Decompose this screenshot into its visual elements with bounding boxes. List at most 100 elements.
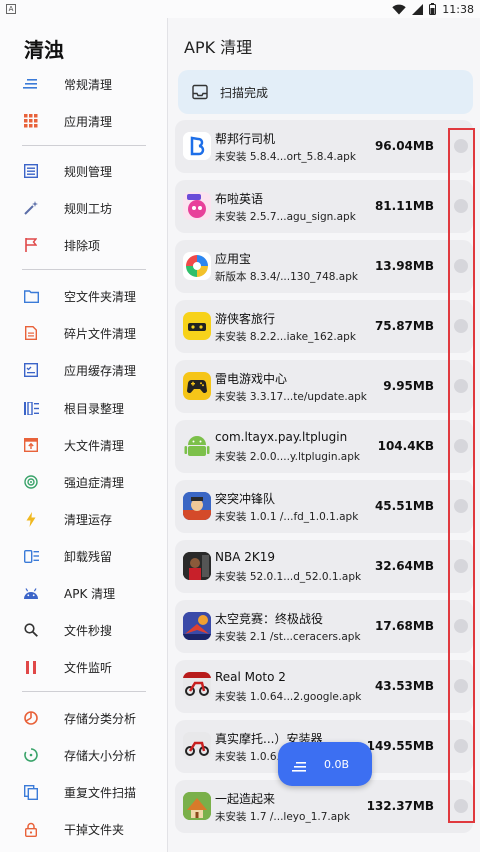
menu-item-label: 常规清理 bbox=[64, 77, 113, 92]
folder-icon bbox=[22, 287, 40, 305]
apk-detail: 未安装 1.0.1 /...fd_1.0.1.apk bbox=[215, 511, 359, 523]
menu-item-label: 存储大小分析 bbox=[64, 748, 137, 763]
menu-item-kill-folder[interactable]: 干掉文件夹 bbox=[0, 815, 168, 843]
magic-wand-icon bbox=[22, 199, 40, 217]
apk-size: 9.95MB bbox=[383, 379, 434, 393]
apk-name: Real Moto 2 bbox=[215, 670, 286, 684]
document-icon bbox=[22, 324, 40, 342]
android-icon bbox=[22, 584, 40, 602]
nba2k19-app-icon bbox=[183, 552, 211, 580]
menu-item-app-clean[interactable]: 应用清理 bbox=[0, 107, 168, 135]
menu-item-duplicate-scan[interactable]: 重复文件扫描 bbox=[0, 778, 168, 806]
menu-item-label: 卸载残留 bbox=[64, 549, 113, 564]
apk-item[interactable]: 布啦英语 未安装 2.5.7...agu_sign.apk 81.11MB bbox=[175, 180, 473, 233]
app-badge-icon: A bbox=[6, 4, 16, 14]
checklist-icon bbox=[22, 361, 40, 379]
apk-detail: 未安装 5.8.4...ort_5.8.4.apk bbox=[215, 151, 356, 163]
menu-item-label: APK 清理 bbox=[64, 586, 116, 601]
menu-item-clean-ram[interactable]: 清理运存 bbox=[0, 505, 168, 533]
lines-icon bbox=[292, 758, 308, 772]
drawer-title: 清浊 bbox=[24, 38, 64, 62]
bula-english-app-icon bbox=[183, 192, 211, 220]
apk-item[interactable]: 应用宝 新版本 8.3.4/...130_748.apk 13.98MB bbox=[175, 240, 473, 293]
pause-icon bbox=[22, 658, 40, 676]
menu-item-rule-manage[interactable]: 规则管理 bbox=[0, 157, 168, 185]
apk-detail: 新版本 8.3.4/...130_748.apk bbox=[215, 271, 358, 283]
menu-item-storage-category-analysis[interactable]: 存储分类分析 bbox=[0, 704, 168, 732]
apk-item[interactable]: NBA 2K19 未安装 52.0.1...d_52.0.1.apk 32.64… bbox=[175, 540, 473, 593]
menu-item-label: 重复文件扫描 bbox=[64, 785, 137, 800]
bangbang-app-icon bbox=[183, 132, 211, 160]
divider bbox=[22, 269, 146, 270]
scan-status-text: 扫描完成 bbox=[220, 85, 269, 100]
selected-size-label: 0.0B bbox=[324, 757, 350, 771]
app-list-icon bbox=[22, 547, 40, 565]
search-icon bbox=[22, 621, 40, 639]
menu-item-label: 大文件清理 bbox=[64, 438, 125, 453]
apk-detail: 未安装 1.0.6... bbox=[215, 751, 287, 763]
real-moto-2-app-icon bbox=[183, 672, 211, 700]
apk-item[interactable]: 突突冲锋队 未安装 1.0.1 /...fd_1.0.1.apk 45.51MB bbox=[175, 480, 473, 533]
lock-icon bbox=[22, 820, 40, 838]
apk-item[interactable]: Real Moto 2 未安装 1.0.64...2.google.apk 43… bbox=[175, 660, 473, 713]
real-moto-installer-app-icon bbox=[183, 732, 211, 760]
box-upload-icon bbox=[22, 436, 40, 454]
divider bbox=[22, 691, 146, 692]
tutu-charge-app-icon bbox=[183, 492, 211, 520]
apk-item[interactable]: com.ltayx.pay.ltplugin 未安装 2.0.0....y.lt… bbox=[175, 420, 473, 473]
menu-item-uninstall-residue[interactable]: 卸载残留 bbox=[0, 542, 168, 570]
apk-name: 一起造起来 bbox=[215, 792, 276, 806]
apk-name: 太空竞赛：终极战役 bbox=[215, 612, 324, 626]
menu-item-label: 规则管理 bbox=[64, 164, 113, 179]
apk-item[interactable]: 一起造起来 未安装 1.7 /...leyo_1.7.apk 132.37MB bbox=[175, 780, 473, 833]
pie-icon bbox=[22, 709, 40, 727]
apk-item[interactable]: 雷电游戏中心 未安装 3.3.17...te/update.apk 9.95MB bbox=[175, 360, 473, 413]
apk-item[interactable]: 太空竞赛：终极战役 未安装 2.1 /st...ceracers.apk 17.… bbox=[175, 600, 473, 653]
apk-name: 帮邦行司机 bbox=[215, 132, 276, 146]
menu-item-fragment-clean[interactable]: 碎片文件清理 bbox=[0, 319, 168, 347]
apk-detail: 未安装 1.0.64...2.google.apk bbox=[215, 691, 362, 703]
menu-item-label: 强迫症清理 bbox=[64, 475, 125, 490]
menu-item-label: 应用缓存清理 bbox=[64, 363, 137, 378]
menu-item-file-search[interactable]: 文件秒搜 bbox=[0, 616, 168, 644]
progress-ring-icon bbox=[22, 746, 40, 764]
apk-detail: 未安装 2.5.7...agu_sign.apk bbox=[215, 211, 356, 223]
menu-item-label: 清理运存 bbox=[64, 512, 113, 527]
main-content: APK 清理 扫描完成 帮邦行司机 未安装 5.8.4...ort_5.8.4.… bbox=[169, 18, 480, 852]
apk-size: 104.4KB bbox=[377, 439, 434, 453]
android-app-icon bbox=[183, 432, 211, 460]
space-race-app-icon bbox=[183, 612, 211, 640]
menu-item-file-monitor[interactable]: 文件监听 bbox=[0, 653, 168, 681]
menu-item-label: 排除项 bbox=[64, 238, 101, 253]
apk-item[interactable]: 游侠客旅行 未安装 8.2.2...iake_162.apk 75.87MB bbox=[175, 300, 473, 353]
page-title: APK 清理 bbox=[184, 38, 253, 57]
menu-item-ocd-clean[interactable]: 强迫症清理 bbox=[0, 468, 168, 496]
apk-name: 布啦英语 bbox=[215, 192, 264, 206]
clock: 11:38 bbox=[442, 2, 474, 16]
menu-item-large-file-clean[interactable]: 大文件清理 bbox=[0, 431, 168, 459]
menu-item-empty-folder-clean[interactable]: 空文件夹清理 bbox=[0, 282, 168, 310]
menu-item-rule-workshop[interactable]: 规则工坊 bbox=[0, 194, 168, 222]
apk-size: 96.04MB bbox=[374, 139, 434, 153]
menu-item-regular-clean[interactable]: 常规清理 bbox=[0, 70, 168, 98]
wifi-icon bbox=[392, 4, 406, 14]
clean-fab-button[interactable]: 0.0B bbox=[278, 742, 372, 786]
youxiake-app-icon bbox=[183, 312, 211, 340]
status-bar: A 11:38 bbox=[0, 0, 480, 18]
scan-status-banner: 扫描完成 bbox=[178, 70, 473, 114]
apk-detail: 未安装 3.3.17...te/update.apk bbox=[215, 391, 367, 403]
battery-icon bbox=[429, 3, 437, 15]
apk-detail: 未安装 52.0.1...d_52.0.1.apk bbox=[215, 571, 362, 583]
apk-detail: 未安装 2.1 /st...ceracers.apk bbox=[215, 631, 361, 643]
yingyongbao-app-icon bbox=[183, 252, 211, 280]
menu-item-exclusions[interactable]: 排除项 bbox=[0, 231, 168, 259]
menu-item-root-organize[interactable]: 根目录整理 bbox=[0, 394, 168, 422]
list-box-icon bbox=[22, 162, 40, 180]
menu-item-label: 文件监听 bbox=[64, 660, 113, 675]
menu-item-storage-size-analysis[interactable]: 存储大小分析 bbox=[0, 741, 168, 769]
selection-highlight-box bbox=[448, 128, 475, 823]
menu-item-app-cache-clean[interactable]: 应用缓存清理 bbox=[0, 356, 168, 384]
apk-name: 应用宝 bbox=[215, 252, 252, 266]
menu-item-apk-clean[interactable]: APK 清理 bbox=[0, 579, 168, 607]
apk-item[interactable]: 帮邦行司机 未安装 5.8.4...ort_5.8.4.apk 96.04MB bbox=[175, 120, 473, 173]
